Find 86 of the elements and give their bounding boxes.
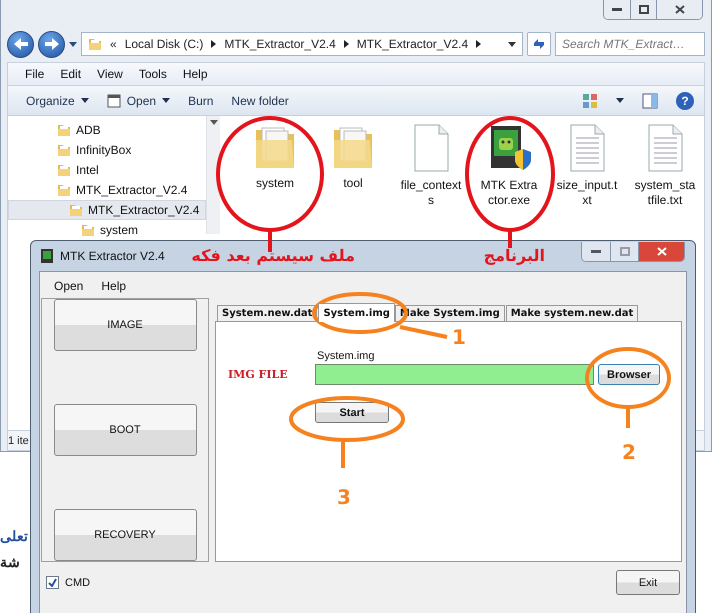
forward-arrow-icon bbox=[44, 38, 58, 50]
toolbar-button[interactable]: Organize bbox=[26, 94, 89, 108]
folder-icon bbox=[57, 143, 71, 157]
maximize-icon bbox=[620, 247, 630, 256]
toolbar-button[interactable]: Open bbox=[106, 94, 170, 108]
search-field[interactable]: Search MTK_Extract… bbox=[555, 32, 705, 56]
preview-pane-icon[interactable] bbox=[642, 92, 658, 108]
file-label: System.img bbox=[317, 350, 376, 362]
menu-item[interactable]: File bbox=[18, 65, 52, 83]
field-label: IMG FILE bbox=[228, 368, 289, 381]
menu-item[interactable]: Open bbox=[48, 279, 90, 293]
step-number: 1 bbox=[452, 327, 466, 347]
tree-item[interactable]: Intel bbox=[8, 160, 206, 180]
file-name[interactable]: MTK Extractor.exe bbox=[478, 178, 540, 208]
restore-icon bbox=[638, 5, 648, 14]
window-title: MTK Extractor V2.4 bbox=[60, 249, 165, 263]
browse-button[interactable]: Browser bbox=[598, 364, 660, 385]
tree-item[interactable]: ADB bbox=[8, 120, 206, 140]
back-arrow-icon bbox=[14, 38, 28, 50]
chevron-icon bbox=[476, 40, 482, 48]
file-name[interactable]: size_input.txt bbox=[556, 178, 618, 208]
step-number: 3 bbox=[337, 487, 351, 507]
menu-item[interactable]: Help bbox=[176, 65, 215, 83]
mode-button[interactable]: BOOT bbox=[54, 404, 196, 456]
menu-item[interactable]: Help bbox=[95, 279, 132, 293]
tab[interactable]: Make system.new.dat bbox=[506, 305, 638, 322]
checkbox[interactable] bbox=[46, 576, 59, 589]
folder-icon bbox=[69, 203, 83, 217]
menu-item[interactable]: Edit bbox=[53, 65, 88, 83]
back-button[interactable] bbox=[7, 30, 34, 58]
tree-item[interactable]: InfinityBox bbox=[8, 140, 206, 160]
caret-icon bbox=[162, 98, 170, 103]
help-button[interactable]: ? bbox=[676, 92, 694, 110]
app-icon bbox=[41, 249, 53, 263]
menu-item[interactable]: Tools bbox=[132, 65, 174, 83]
menu-item[interactable]: View bbox=[90, 65, 130, 83]
file-name[interactable]: system bbox=[244, 176, 306, 191]
file-name[interactable]: file_contexts bbox=[400, 178, 462, 208]
view-options-icon[interactable] bbox=[582, 92, 598, 108]
refresh-icon bbox=[532, 38, 546, 50]
folder-icon bbox=[57, 163, 71, 177]
scrollbar[interactable] bbox=[206, 116, 220, 234]
minimize-icon bbox=[612, 8, 622, 12]
tree-item[interactable]: system bbox=[8, 220, 206, 240]
caret-icon bbox=[69, 42, 77, 46]
tab[interactable]: System.img bbox=[318, 303, 395, 322]
caret-icon bbox=[210, 120, 218, 125]
chevron-icon bbox=[211, 40, 216, 48]
file-path-field[interactable] bbox=[315, 364, 594, 385]
tree-item[interactable]: MTK_Extractor_V2.4 bbox=[8, 200, 206, 220]
annotation-text: البرنامج bbox=[484, 248, 545, 264]
status-text: 1 ite bbox=[8, 434, 29, 446]
minimize-button[interactable] bbox=[582, 242, 610, 261]
page-text: تعلى bbox=[0, 528, 28, 544]
tree-item[interactable]: MTK_Extractor_V2.4 bbox=[8, 180, 206, 200]
folder-icon bbox=[81, 223, 95, 237]
forward-button[interactable] bbox=[38, 30, 65, 58]
address-bar[interactable]: « Local Disk (C:) MTK_Extractor_V2.4 MTK_Extractor_V2.4 bbox=[81, 32, 523, 56]
folder-icon bbox=[88, 37, 102, 51]
tab[interactable]: System.new.dat bbox=[217, 305, 318, 322]
check-icon bbox=[48, 578, 57, 587]
chevron-icon bbox=[344, 40, 349, 48]
file-name[interactable]: system_statfile.txt bbox=[634, 178, 696, 208]
file-name[interactable]: tool bbox=[322, 176, 384, 191]
close-icon bbox=[674, 5, 684, 14]
folder-icon bbox=[57, 183, 71, 197]
checkbox-label: CMD bbox=[65, 576, 90, 588]
annotation-text: ملف سيستم بعد فكه bbox=[191, 248, 355, 264]
toolbar-button[interactable]: Burn bbox=[188, 94, 214, 108]
caret-icon bbox=[616, 98, 624, 103]
toolbar-button[interactable]: New folder bbox=[231, 94, 289, 108]
caret-icon bbox=[508, 42, 516, 46]
mode-button[interactable]: RECOVERY bbox=[54, 509, 196, 561]
minimize-icon bbox=[591, 250, 601, 254]
caret-icon bbox=[80, 98, 89, 103]
window-icon bbox=[106, 94, 121, 108]
step-number: 2 bbox=[622, 442, 636, 462]
refresh-button[interactable] bbox=[527, 32, 551, 56]
close-button[interactable] bbox=[638, 242, 684, 261]
folder-icon bbox=[57, 123, 71, 137]
exit-button[interactable]: Exit bbox=[616, 570, 680, 595]
mode-button[interactable]: IMAGE bbox=[54, 299, 196, 351]
close-icon bbox=[656, 247, 666, 256]
close-button[interactable] bbox=[656, 0, 702, 19]
start-button[interactable]: Start bbox=[315, 402, 389, 423]
page-text: شة bbox=[0, 554, 20, 570]
